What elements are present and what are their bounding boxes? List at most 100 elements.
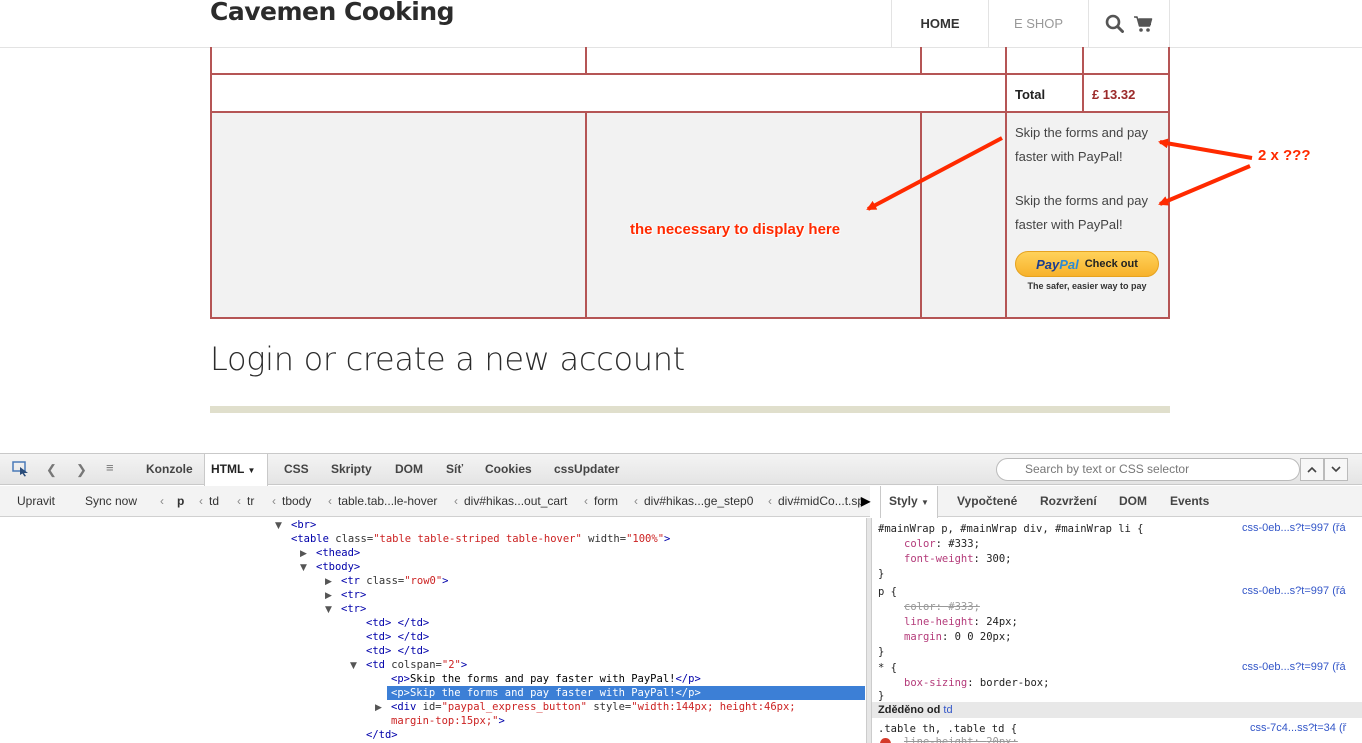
css-selector: #mainWrap p, #mainWrap div, #mainWrap li…: [878, 523, 1144, 535]
site-title[interactable]: Cavemen Cooking: [210, 0, 455, 26]
side-tab-layout[interactable]: Rozvržení: [1040, 486, 1097, 517]
table-cell: [920, 111, 1007, 319]
tab-dom[interactable]: DOM: [395, 454, 423, 485]
tab-cssupdater[interactable]: cssUpdater: [554, 454, 619, 485]
chevron-down-icon: ▼: [247, 466, 256, 475]
collapse-triangle-icon[interactable]: ▼: [300, 563, 307, 573]
collapse-triangle-icon[interactable]: ▼: [325, 605, 332, 615]
css-property[interactable]: box-sizing: border-box;: [904, 676, 1049, 691]
side-tab-computed[interactable]: Vypočtené: [957, 486, 1017, 517]
tab-console[interactable]: Konzole: [146, 454, 193, 485]
side-tab-dom[interactable]: DOM: [1119, 486, 1147, 517]
html-node[interactable]: <br>: [291, 518, 316, 532]
nav-home[interactable]: HOME: [891, 0, 988, 47]
paypal-text-duplicate: Skip the forms and pay faster with PayPa…: [1014, 193, 1148, 232]
css-rule-close: }: [878, 568, 885, 580]
css-property-overridden[interactable]: color: #333;: [904, 600, 980, 615]
paypal-cell: Skip the forms and pay faster with PayPa…: [1004, 111, 1171, 319]
css-property[interactable]: margin: 0 0 20px;: [904, 630, 1012, 645]
search-icon[interactable]: [1105, 14, 1125, 33]
html-node[interactable]: <thead>: [316, 546, 360, 560]
css-property[interactable]: color: #333;: [904, 537, 980, 552]
paypal-text: Skip the forms and pay faster with PayPa…: [1014, 125, 1148, 164]
edit-button[interactable]: Upravit: [17, 486, 55, 517]
breadcrumb[interactable]: ‹ table.tab...le-hover: [328, 486, 437, 517]
breadcrumb[interactable]: ‹ div#midCo...t.sp: [768, 486, 864, 517]
nav-eshop[interactable]: E SHOP: [988, 0, 1088, 47]
table-cell: [1081, 47, 1171, 75]
table-cell: [920, 47, 1007, 75]
inherited-from-header: Zděděno od td: [872, 702, 1362, 718]
devtools-panel: ❮ ❯ ≡ Konzole HTML ▼ CSS Skripty DOM Síť…: [0, 453, 1362, 743]
css-source-link[interactable]: css-7c4...ss?t=34 (ř: [1250, 722, 1346, 734]
breadcrumb[interactable]: ‹ tr: [237, 486, 254, 517]
expand-triangle-icon[interactable]: ▶: [325, 591, 332, 601]
html-node[interactable]: <table class="table table-striped table-…: [291, 532, 670, 546]
site-header: Cavemen Cooking HOME E SHOP: [0, 0, 1362, 48]
collapse-triangle-icon[interactable]: ▼: [275, 521, 282, 531]
html-node[interactable]: <tr>: [341, 588, 366, 602]
breadcrumb[interactable]: ‹ form: [584, 486, 618, 517]
side-tab-styles-label: Styly: [889, 494, 918, 508]
tab-css[interactable]: CSS: [284, 454, 309, 485]
html-node[interactable]: <td> </td>: [366, 644, 429, 658]
html-node[interactable]: <tr class="row0">: [341, 574, 449, 588]
css-source-link[interactable]: css-0eb...s?t=997 (řá: [1242, 585, 1346, 597]
html-node[interactable]: <td> </td>: [366, 630, 429, 644]
expand-triangle-icon[interactable]: ▶: [325, 577, 332, 587]
css-source-link[interactable]: css-0eb...s?t=997 (řá: [1242, 661, 1346, 673]
html-node[interactable]: <p>Skip the forms and pay faster with Pa…: [391, 672, 701, 686]
tab-html[interactable]: HTML ▼: [204, 454, 268, 486]
expand-triangle-icon[interactable]: ▶: [300, 549, 307, 559]
tab-html-label: HTML: [211, 462, 245, 476]
html-node[interactable]: <tr>: [341, 602, 366, 616]
table-row: [209, 47, 1171, 75]
devtools-side-tabbar: Styly ▼ Vypočtené Rozvržení DOM Events: [880, 486, 1362, 518]
disabled-property-icon[interactable]: [880, 738, 891, 743]
devtools-breadcrumb-bar: Upravit Sync now ‹ p ‹ td ‹ tr ‹ tbody ‹ tab…: [0, 486, 870, 517]
sync-now-button[interactable]: Sync now: [85, 486, 137, 517]
command-line-icon[interactable]: ≡: [106, 460, 114, 475]
breadcrumb[interactable]: ‹ tbody: [272, 486, 311, 517]
inspect-icon[interactable]: [12, 461, 30, 480]
html-node[interactable]: <div id="paypal_express_button" style="w…: [391, 700, 796, 714]
expand-triangle-icon[interactable]: ▶: [375, 703, 382, 713]
annotation-arrow-lower: [1158, 164, 1251, 206]
css-rules-panel: #mainWrap p, #mainWrap div, #mainWrap li…: [872, 518, 1362, 743]
cart-table: Total £ 13.32 Skip the forms and pay fas…: [209, 47, 1171, 319]
forward-icon[interactable]: ❯: [76, 462, 87, 478]
html-node-selected[interactable]: <p>Skip the forms and pay faster with Pa…: [391, 686, 701, 700]
tab-scripts[interactable]: Skripty: [331, 454, 372, 485]
html-node[interactable]: </td>: [366, 728, 398, 742]
paypal-logo-pal: Pal: [1059, 256, 1079, 272]
breadcrumb[interactable]: ‹ td: [199, 486, 219, 517]
css-property[interactable]: line-height: 24px;: [904, 615, 1018, 630]
side-tab-styles[interactable]: Styly ▼: [880, 486, 938, 518]
table-cell: [209, 111, 588, 319]
paypal-checkout-button[interactable]: Pay Pal Check out: [1014, 251, 1159, 277]
devtools-search-input[interactable]: Search by text or CSS selector: [996, 458, 1300, 481]
html-node-continued: margin-top:15px;">: [391, 715, 505, 727]
html-node[interactable]: <td> </td>: [366, 616, 429, 630]
breadcrumb-scroll-left-icon[interactable]: ‹: [160, 486, 164, 517]
chevron-down-icon: [1331, 466, 1341, 473]
html-node[interactable]: <td colspan="2">: [366, 658, 467, 672]
search-next-button[interactable]: [1324, 458, 1348, 481]
search-prev-button[interactable]: [1300, 458, 1324, 481]
css-selector: * {: [878, 662, 897, 674]
css-property[interactable]: font-weight: 300;: [904, 552, 1012, 567]
css-source-link[interactable]: css-0eb...s?t=997 (řá: [1242, 522, 1346, 534]
breadcrumb[interactable]: p: [177, 486, 184, 517]
cart-icon[interactable]: [1133, 15, 1153, 33]
nav-icons: [1088, 0, 1170, 47]
breadcrumb[interactable]: ‹ div#hikas...out_cart: [454, 486, 567, 517]
html-node[interactable]: <tbody>: [316, 560, 360, 574]
inherited-from-link[interactable]: td: [943, 704, 952, 716]
tab-cookies[interactable]: Cookies: [485, 454, 532, 485]
breadcrumb-scroll-right-icon[interactable]: ▶: [861, 486, 870, 517]
back-icon[interactable]: ❮: [46, 462, 57, 478]
tab-net[interactable]: Síť: [446, 454, 463, 485]
breadcrumb[interactable]: ‹ div#hikas...ge_step0: [634, 486, 753, 517]
side-tab-events[interactable]: Events: [1170, 486, 1209, 517]
collapse-triangle-icon[interactable]: ▼: [350, 661, 357, 671]
